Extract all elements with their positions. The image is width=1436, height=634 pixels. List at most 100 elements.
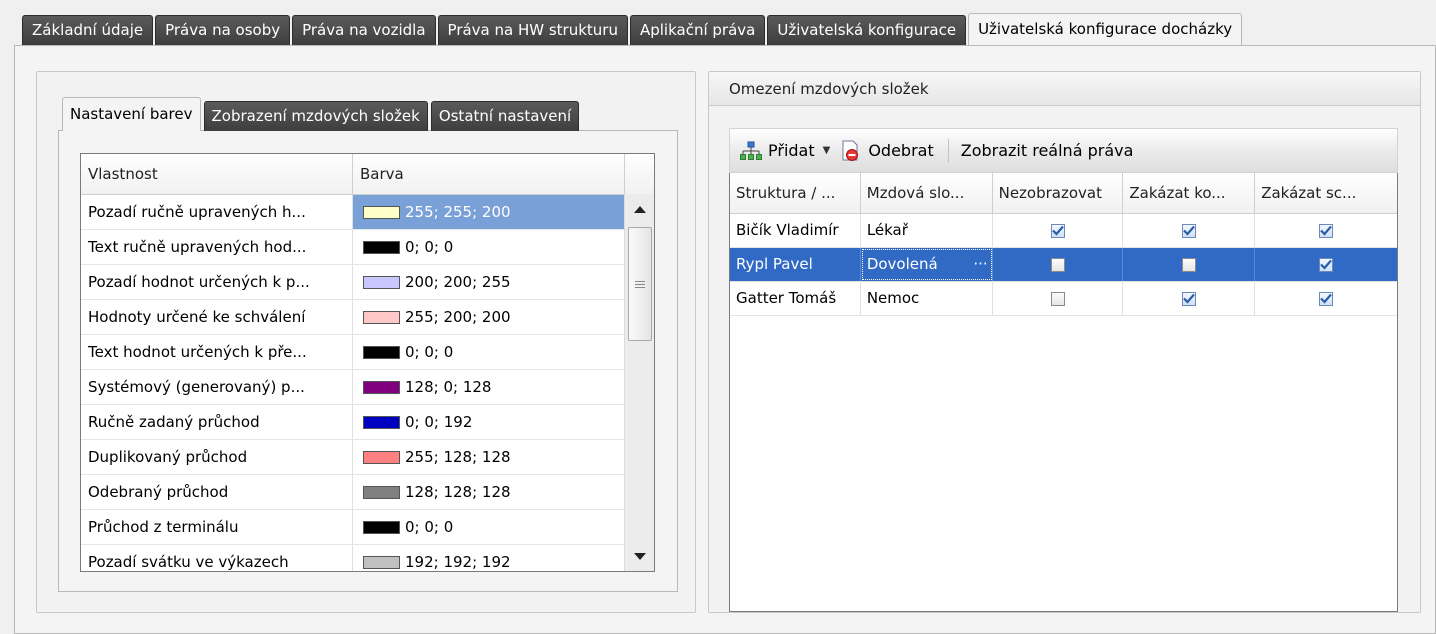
scroll-down-button[interactable] <box>627 543 653 569</box>
tab-aplikacni-prava[interactable]: Aplikační práva <box>629 15 766 45</box>
column-header-salary-component[interactable]: Mzdová slo... <box>861 173 993 213</box>
show-real-rights-button[interactable]: Zobrazit reálná práva <box>961 141 1134 160</box>
table-row[interactable]: Systémový (generovaný) p... 128; 0; 128 <box>81 370 654 405</box>
color-swatch <box>363 345 400 359</box>
structure-cell[interactable]: Gatter Tomáš <box>730 282 861 315</box>
hide-checkbox[interactable] <box>1050 223 1065 238</box>
color-value-text: 0; 0; 0 <box>405 238 454 256</box>
ellipsis-button-icon[interactable]: ··· <box>973 248 987 281</box>
salary-component-cell[interactable]: Nemoc <box>861 282 993 315</box>
table-row[interactable]: Pozadí hodnot určených k p... 200; 200; 2… <box>81 265 654 300</box>
property-cell[interactable]: Systémový (generovaný) p... <box>81 370 353 404</box>
sub-tab-strip: Nastavení barev Zobrazení mzdových slože… <box>62 97 582 131</box>
table-row[interactable]: Pozadí svátku ve výkazech 192; 192; 192 <box>81 545 654 571</box>
salary-component-cell[interactable]: Lékař <box>861 214 993 247</box>
color-swatch <box>363 555 400 569</box>
table-row[interactable]: Text hodnot určených k pře... 0; 0; 0 <box>81 335 654 370</box>
property-cell[interactable]: Pozadí ručně upravených h... <box>81 195 353 229</box>
scrollbar-thumb[interactable] <box>628 227 652 341</box>
dropdown-arrow-icon[interactable]: ▼ <box>823 145 831 156</box>
deny-ko-checkbox[interactable] <box>1181 291 1196 306</box>
scroll-up-button[interactable] <box>627 196 653 222</box>
deny-sc-checkbox[interactable] <box>1319 257 1334 272</box>
color-value-cell[interactable]: 128; 128; 128 <box>353 475 625 509</box>
color-grid-scrollbar[interactable] <box>624 194 654 571</box>
property-cell[interactable]: Pozadí svátku ve výkazech <box>81 545 353 571</box>
column-header-deny-sc[interactable]: Zakázat sc... <box>1255 173 1397 213</box>
hide-checkbox[interactable] <box>1050 291 1065 306</box>
restrictions-grid[interactable]: Struktura / ... Mzdová slo... Nezobrazov… <box>729 173 1398 612</box>
tab-nastaveni-barev[interactable]: Nastavení barev <box>62 97 201 131</box>
color-value-cell[interactable]: 0; 0; 0 <box>353 230 625 264</box>
color-value-cell[interactable]: 255; 128; 128 <box>353 440 625 474</box>
color-value-text: 0; 0; 0 <box>405 343 454 361</box>
tab-prava-na-hw-strukturu[interactable]: Práva na HW strukturu <box>437 15 628 45</box>
tab-uzivatelska-konfigurace-dochazky[interactable]: Uživatelská konfigurace docházky <box>968 13 1243 46</box>
column-header-structure[interactable]: Struktura / ... <box>730 173 861 213</box>
column-header-property[interactable]: Vlastnost <box>81 154 353 194</box>
structure-cell[interactable]: Bičík Vladimír <box>730 214 861 247</box>
property-cell[interactable]: Průchod z terminálu <box>81 510 353 544</box>
table-row[interactable]: Pozadí ručně upravených h... 255; 255; 20… <box>81 195 654 230</box>
deny-ko-cell <box>1123 214 1256 247</box>
top-tab-strip: Základní údaje Práva na osoby Práva na v… <box>22 13 1244 46</box>
property-cell[interactable]: Text hodnot určených k pře... <box>81 335 353 369</box>
tab-prava-na-osoby[interactable]: Práva na osoby <box>155 15 291 45</box>
column-header-hide[interactable]: Nezobrazovat <box>993 173 1124 213</box>
color-value-cell[interactable]: 0; 0; 0 <box>353 335 625 369</box>
color-value-cell[interactable]: 192; 192; 192 <box>353 545 625 571</box>
salary-component-cell[interactable]: Dovolená ··· <box>861 248 993 281</box>
column-header-color[interactable]: Barva <box>353 154 625 194</box>
color-value-text: 200; 200; 255 <box>405 273 511 291</box>
column-header-deny-ko[interactable]: Zakázat ko... <box>1123 173 1256 213</box>
property-cell[interactable]: Ručně zadaný průchod <box>81 405 353 439</box>
property-cell[interactable]: Text ručně upravených hod... <box>81 230 353 264</box>
color-swatch <box>363 240 400 254</box>
add-button[interactable]: Přidat ▼ <box>740 141 830 161</box>
structure-cell[interactable]: Rypl Pavel <box>730 248 861 281</box>
color-value-cell[interactable]: 128; 0; 128 <box>353 370 625 404</box>
restrictions-toolbar: Přidat ▼ Odebrat Zobrazit reálná práva <box>729 128 1398 173</box>
tab-prava-na-vozidla[interactable]: Práva na vozidla <box>292 15 436 45</box>
table-row[interactable]: Ručně zadaný průchod 0; 0; 192 <box>81 405 654 440</box>
color-swatch <box>363 205 400 219</box>
color-settings-grid[interactable]: Vlastnost Barva Pozadí ručně upravených … <box>80 153 655 572</box>
tab-zakladni-udaje[interactable]: Základní údaje <box>22 15 154 45</box>
tab-ostatni-nastaveni[interactable]: Ostatní nastavení <box>430 101 580 131</box>
property-cell[interactable]: Duplikovaný průchod <box>81 440 353 474</box>
tab-uzivatelska-konfigurace[interactable]: Uživatelská konfigurace <box>767 15 967 45</box>
color-value-cell[interactable]: 200; 200; 255 <box>353 265 625 299</box>
property-cell[interactable]: Pozadí hodnot určených k p... <box>81 265 353 299</box>
toolbar-separator <box>947 138 949 163</box>
color-value-cell[interactable]: 0; 0; 0 <box>353 510 625 544</box>
table-row[interactable]: Rypl Pavel Dovolená ··· <box>730 248 1397 282</box>
property-cell[interactable]: Odebraný průchod <box>81 475 353 509</box>
table-row[interactable]: Gatter Tomáš Nemoc <box>730 282 1397 316</box>
table-row[interactable]: Duplikovaný průchod 255; 128; 128 <box>81 440 654 475</box>
table-row[interactable]: Text ručně upravených hod... 0; 0; 0 <box>81 230 654 265</box>
deny-ko-checkbox[interactable] <box>1181 223 1196 238</box>
deny-sc-checkbox[interactable] <box>1319 291 1334 306</box>
color-value-text: 255; 200; 200 <box>405 308 511 326</box>
hide-cell <box>993 282 1124 315</box>
color-value-text: 0; 0; 0 <box>405 518 454 536</box>
tab-zobrazeni-mzdovych-slozek[interactable]: Zobrazení mzdových složek <box>203 101 428 131</box>
color-value-text: 128; 0; 128 <box>405 378 492 396</box>
table-row[interactable]: Hodnoty určené ke schválení 255; 200; 200 <box>81 300 654 335</box>
restrictions-grid-body: Bičík Vladimír Lékař Rypl Pavel Dovolená ···… <box>730 214 1397 316</box>
color-value-cell[interactable]: 0; 0; 192 <box>353 405 625 439</box>
color-value-text: 255; 128; 128 <box>405 448 511 466</box>
deny-sc-cell <box>1255 214 1397 247</box>
hide-checkbox[interactable] <box>1050 257 1065 272</box>
table-row[interactable]: Průchod z terminálu 0; 0; 0 <box>81 510 654 545</box>
table-row[interactable]: Odebraný průchod 128; 128; 128 <box>81 475 654 510</box>
deny-ko-checkbox[interactable] <box>1181 257 1196 272</box>
arrow-down-icon <box>634 552 646 560</box>
color-value-cell[interactable]: 255; 200; 200 <box>353 300 625 334</box>
color-value-cell[interactable]: 255; 255; 200 <box>353 195 625 229</box>
property-cell[interactable]: Hodnoty určené ke schválení <box>81 300 353 334</box>
arrow-up-icon <box>634 205 646 213</box>
table-row[interactable]: Bičík Vladimír Lékař <box>730 214 1397 248</box>
deny-sc-checkbox[interactable] <box>1319 223 1334 238</box>
remove-button[interactable]: Odebrat <box>840 140 934 162</box>
